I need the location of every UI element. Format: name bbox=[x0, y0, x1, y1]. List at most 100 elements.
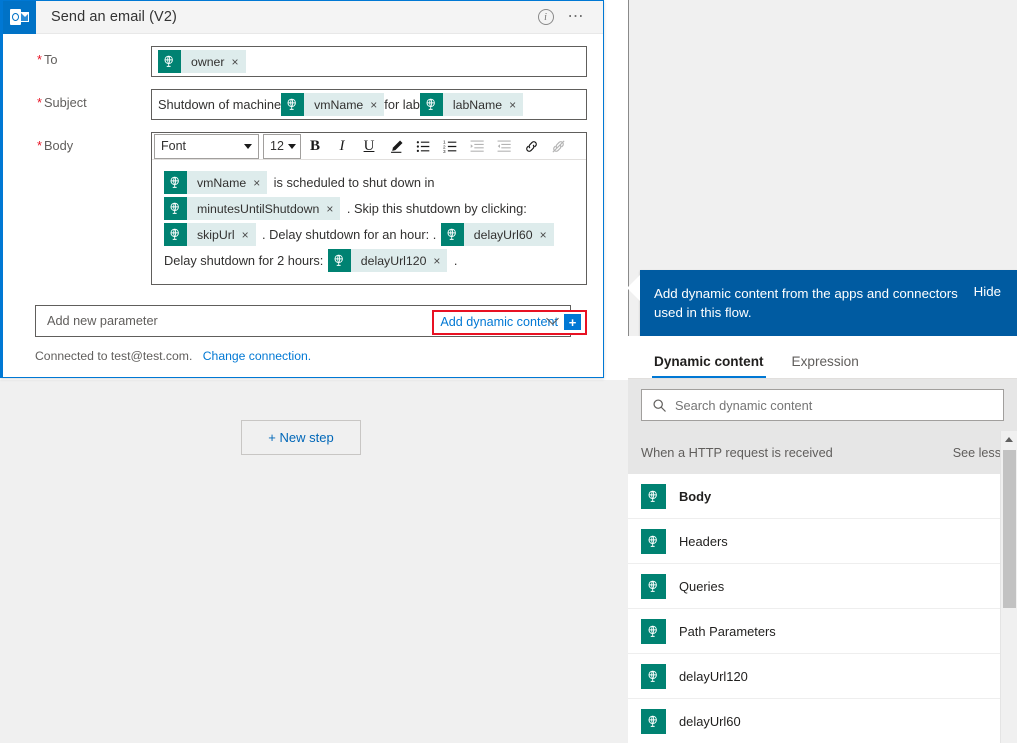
bold-button[interactable]: B bbox=[302, 134, 328, 159]
dynamic-token-icon bbox=[164, 223, 187, 247]
token-delayurl60[interactable]: delayUrl60 × bbox=[440, 222, 554, 248]
token-remove-icon[interactable]: × bbox=[242, 222, 249, 248]
body-text-4: Delay shutdown for 2 hours: bbox=[164, 253, 324, 268]
dynamic-token-icon bbox=[641, 618, 666, 644]
token-remove-icon[interactable]: × bbox=[326, 196, 333, 222]
search-box[interactable] bbox=[641, 389, 1004, 421]
panel-tabs: Dynamic content Expression bbox=[628, 336, 1017, 379]
token-label: vmName × bbox=[304, 93, 385, 116]
to-input[interactable]: owner × bbox=[151, 46, 587, 77]
tab-expression[interactable]: Expression bbox=[778, 354, 873, 378]
dynamic-token-icon bbox=[164, 197, 187, 221]
scroll-up-arrow-icon[interactable] bbox=[1001, 431, 1017, 448]
link-icon[interactable] bbox=[518, 134, 544, 159]
numbered-list-icon[interactable]: 123 bbox=[437, 134, 463, 159]
font-family-value: Font bbox=[161, 139, 187, 153]
list-item[interactable]: delayUrl120 bbox=[628, 654, 1017, 699]
token-label: minutesUntilShutdown × bbox=[187, 196, 341, 222]
list-item[interactable]: Path Parameters bbox=[628, 609, 1017, 654]
field-body-label: * Body bbox=[37, 138, 74, 153]
tab-dynamic-content[interactable]: Dynamic content bbox=[640, 354, 778, 378]
field-to-label: * To bbox=[37, 52, 58, 67]
chevron-down-icon bbox=[287, 143, 296, 149]
list-item[interactable]: Headers bbox=[628, 519, 1017, 564]
bulleted-list-icon[interactable] bbox=[410, 134, 436, 159]
dynamic-token-icon bbox=[281, 93, 305, 116]
pen-highlight-icon[interactable] bbox=[383, 134, 409, 159]
font-size-value: 12 bbox=[270, 139, 284, 153]
list-item[interactable]: Queries bbox=[628, 564, 1017, 609]
add-new-parameter-label: Add new parameter bbox=[47, 314, 158, 328]
token-remove-icon[interactable]: × bbox=[370, 98, 377, 112]
token-remove-icon[interactable]: × bbox=[433, 248, 440, 274]
field-subject-label: * Subject bbox=[37, 95, 87, 110]
ellipsis-icon[interactable]: ⋯ bbox=[568, 9, 586, 25]
token-remove-icon[interactable]: × bbox=[509, 98, 516, 112]
card-header[interactable]: Send an email (V2) i ⋯ bbox=[3, 0, 603, 34]
field-to: * To owner × bbox=[19, 46, 587, 77]
body-text-1: is scheduled to shut down in bbox=[273, 175, 435, 190]
token-label: labName × bbox=[442, 93, 524, 116]
token-remove-icon[interactable]: × bbox=[232, 55, 239, 69]
dynamic-token-icon bbox=[641, 528, 666, 554]
dynamic-content-list: When a HTTP request is received See less… bbox=[628, 431, 1017, 743]
indent-increase-icon[interactable] bbox=[464, 134, 490, 159]
svg-text:3: 3 bbox=[443, 149, 446, 154]
field-to-control[interactable]: owner × bbox=[151, 46, 587, 77]
unlink-icon[interactable] bbox=[545, 134, 571, 159]
editor-content[interactable]: vmName × is scheduled to shut down in min… bbox=[152, 160, 586, 284]
token-skipurl[interactable]: skipUrl × bbox=[164, 222, 256, 248]
list-item-label: Path Parameters bbox=[679, 623, 776, 639]
list-item-label: Body bbox=[679, 488, 712, 504]
app-root: Send an email (V2) i ⋯ * To owner × * Su… bbox=[0, 0, 1017, 743]
scrollbar-thumb[interactable] bbox=[1003, 450, 1016, 608]
dynamic-token-icon bbox=[641, 483, 666, 509]
font-size-dropdown[interactable]: 12 bbox=[263, 133, 301, 159]
token-minutesuntilshutdown[interactable]: minutesUntilShutdown × bbox=[164, 196, 341, 222]
search-input[interactable] bbox=[675, 397, 993, 413]
list-item[interactable]: Body bbox=[628, 474, 1017, 519]
callout-hide-button[interactable]: Hide bbox=[974, 284, 1001, 299]
search-icon bbox=[652, 398, 667, 413]
see-less-toggle[interactable]: See less bbox=[953, 446, 1001, 460]
token-vmname[interactable]: vmName × bbox=[281, 93, 385, 116]
connection-row: Connected to test@test.com. Change conne… bbox=[35, 349, 571, 363]
subject-text-2: for lab bbox=[384, 97, 420, 112]
info-icon[interactable]: i bbox=[537, 9, 554, 25]
group-title: When a HTTP request is received bbox=[641, 445, 833, 460]
list-item[interactable]: delayUrl60 bbox=[628, 699, 1017, 743]
card-body: * To owner × * Subject Shutdown of machi… bbox=[3, 46, 603, 363]
group-header-http-trigger[interactable]: When a HTTP request is received See less bbox=[628, 431, 1017, 474]
token-vmname[interactable]: vmName × bbox=[164, 170, 268, 196]
change-connection-link[interactable]: Change connection. bbox=[203, 349, 311, 363]
required-marker: * bbox=[37, 138, 42, 153]
token-remove-icon[interactable]: × bbox=[253, 170, 260, 196]
add-dynamic-content-plus-button[interactable]: + bbox=[564, 314, 581, 330]
body-text-3: . Delay shutdown for an hour: . bbox=[262, 227, 437, 242]
required-marker: * bbox=[37, 95, 42, 110]
rich-text-editor[interactable]: Font 12 B I U 1 2 3 vmName × is schedule… bbox=[151, 132, 587, 285]
search-zone bbox=[628, 379, 1017, 431]
underline-button[interactable]: U bbox=[356, 134, 382, 159]
new-step-button[interactable]: + New step bbox=[241, 420, 361, 455]
list-item-label: delayUrl60 bbox=[679, 713, 741, 729]
token-label: delayUrl60 × bbox=[463, 222, 554, 248]
italic-button[interactable]: I bbox=[329, 134, 355, 159]
dynamic-token-icon bbox=[440, 223, 464, 247]
subject-text-1: Shutdown of machine bbox=[158, 97, 282, 112]
connection-text: Connected to test@test.com. bbox=[35, 349, 193, 363]
token-labname[interactable]: labName × bbox=[419, 93, 524, 116]
token-remove-icon[interactable]: × bbox=[540, 222, 547, 248]
token-delayurl120[interactable]: delayUrl120 × bbox=[327, 248, 448, 274]
indent-decrease-icon[interactable] bbox=[491, 134, 517, 159]
field-subject-control[interactable]: Shutdown of machine vmName × for lab lab… bbox=[151, 89, 587, 120]
font-family-dropdown[interactable]: Font bbox=[154, 133, 259, 159]
token-owner[interactable]: owner × bbox=[158, 50, 246, 73]
field-body-control[interactable]: Font 12 B I U 1 2 3 vmName × is schedule… bbox=[151, 132, 587, 285]
field-subject: * Subject Shutdown of machine vmName × f… bbox=[19, 89, 587, 120]
body-text-5: . bbox=[453, 253, 458, 268]
subject-input[interactable]: Shutdown of machine vmName × for lab lab… bbox=[151, 89, 587, 120]
flow-designer-canvas: Send an email (V2) i ⋯ * To owner × * Su… bbox=[0, 0, 628, 743]
panel-scrollbar[interactable] bbox=[1000, 431, 1017, 743]
add-dynamic-content-link[interactable]: Add dynamic content bbox=[440, 315, 558, 329]
